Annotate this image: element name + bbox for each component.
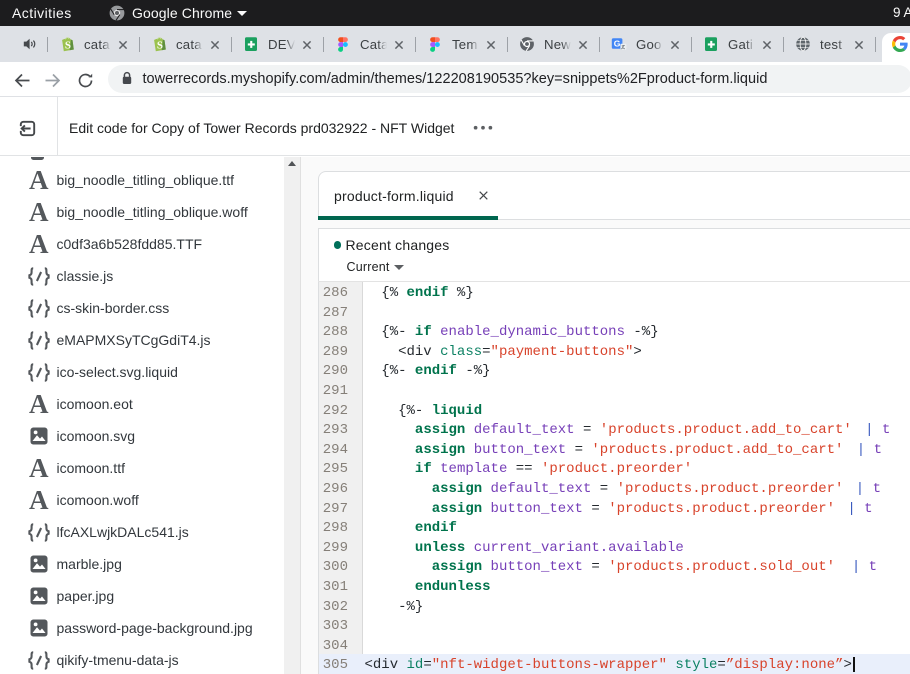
svg-text:S: S [65,40,71,52]
svg-text:G: G [614,39,621,49]
svg-text:S: S [157,40,163,52]
